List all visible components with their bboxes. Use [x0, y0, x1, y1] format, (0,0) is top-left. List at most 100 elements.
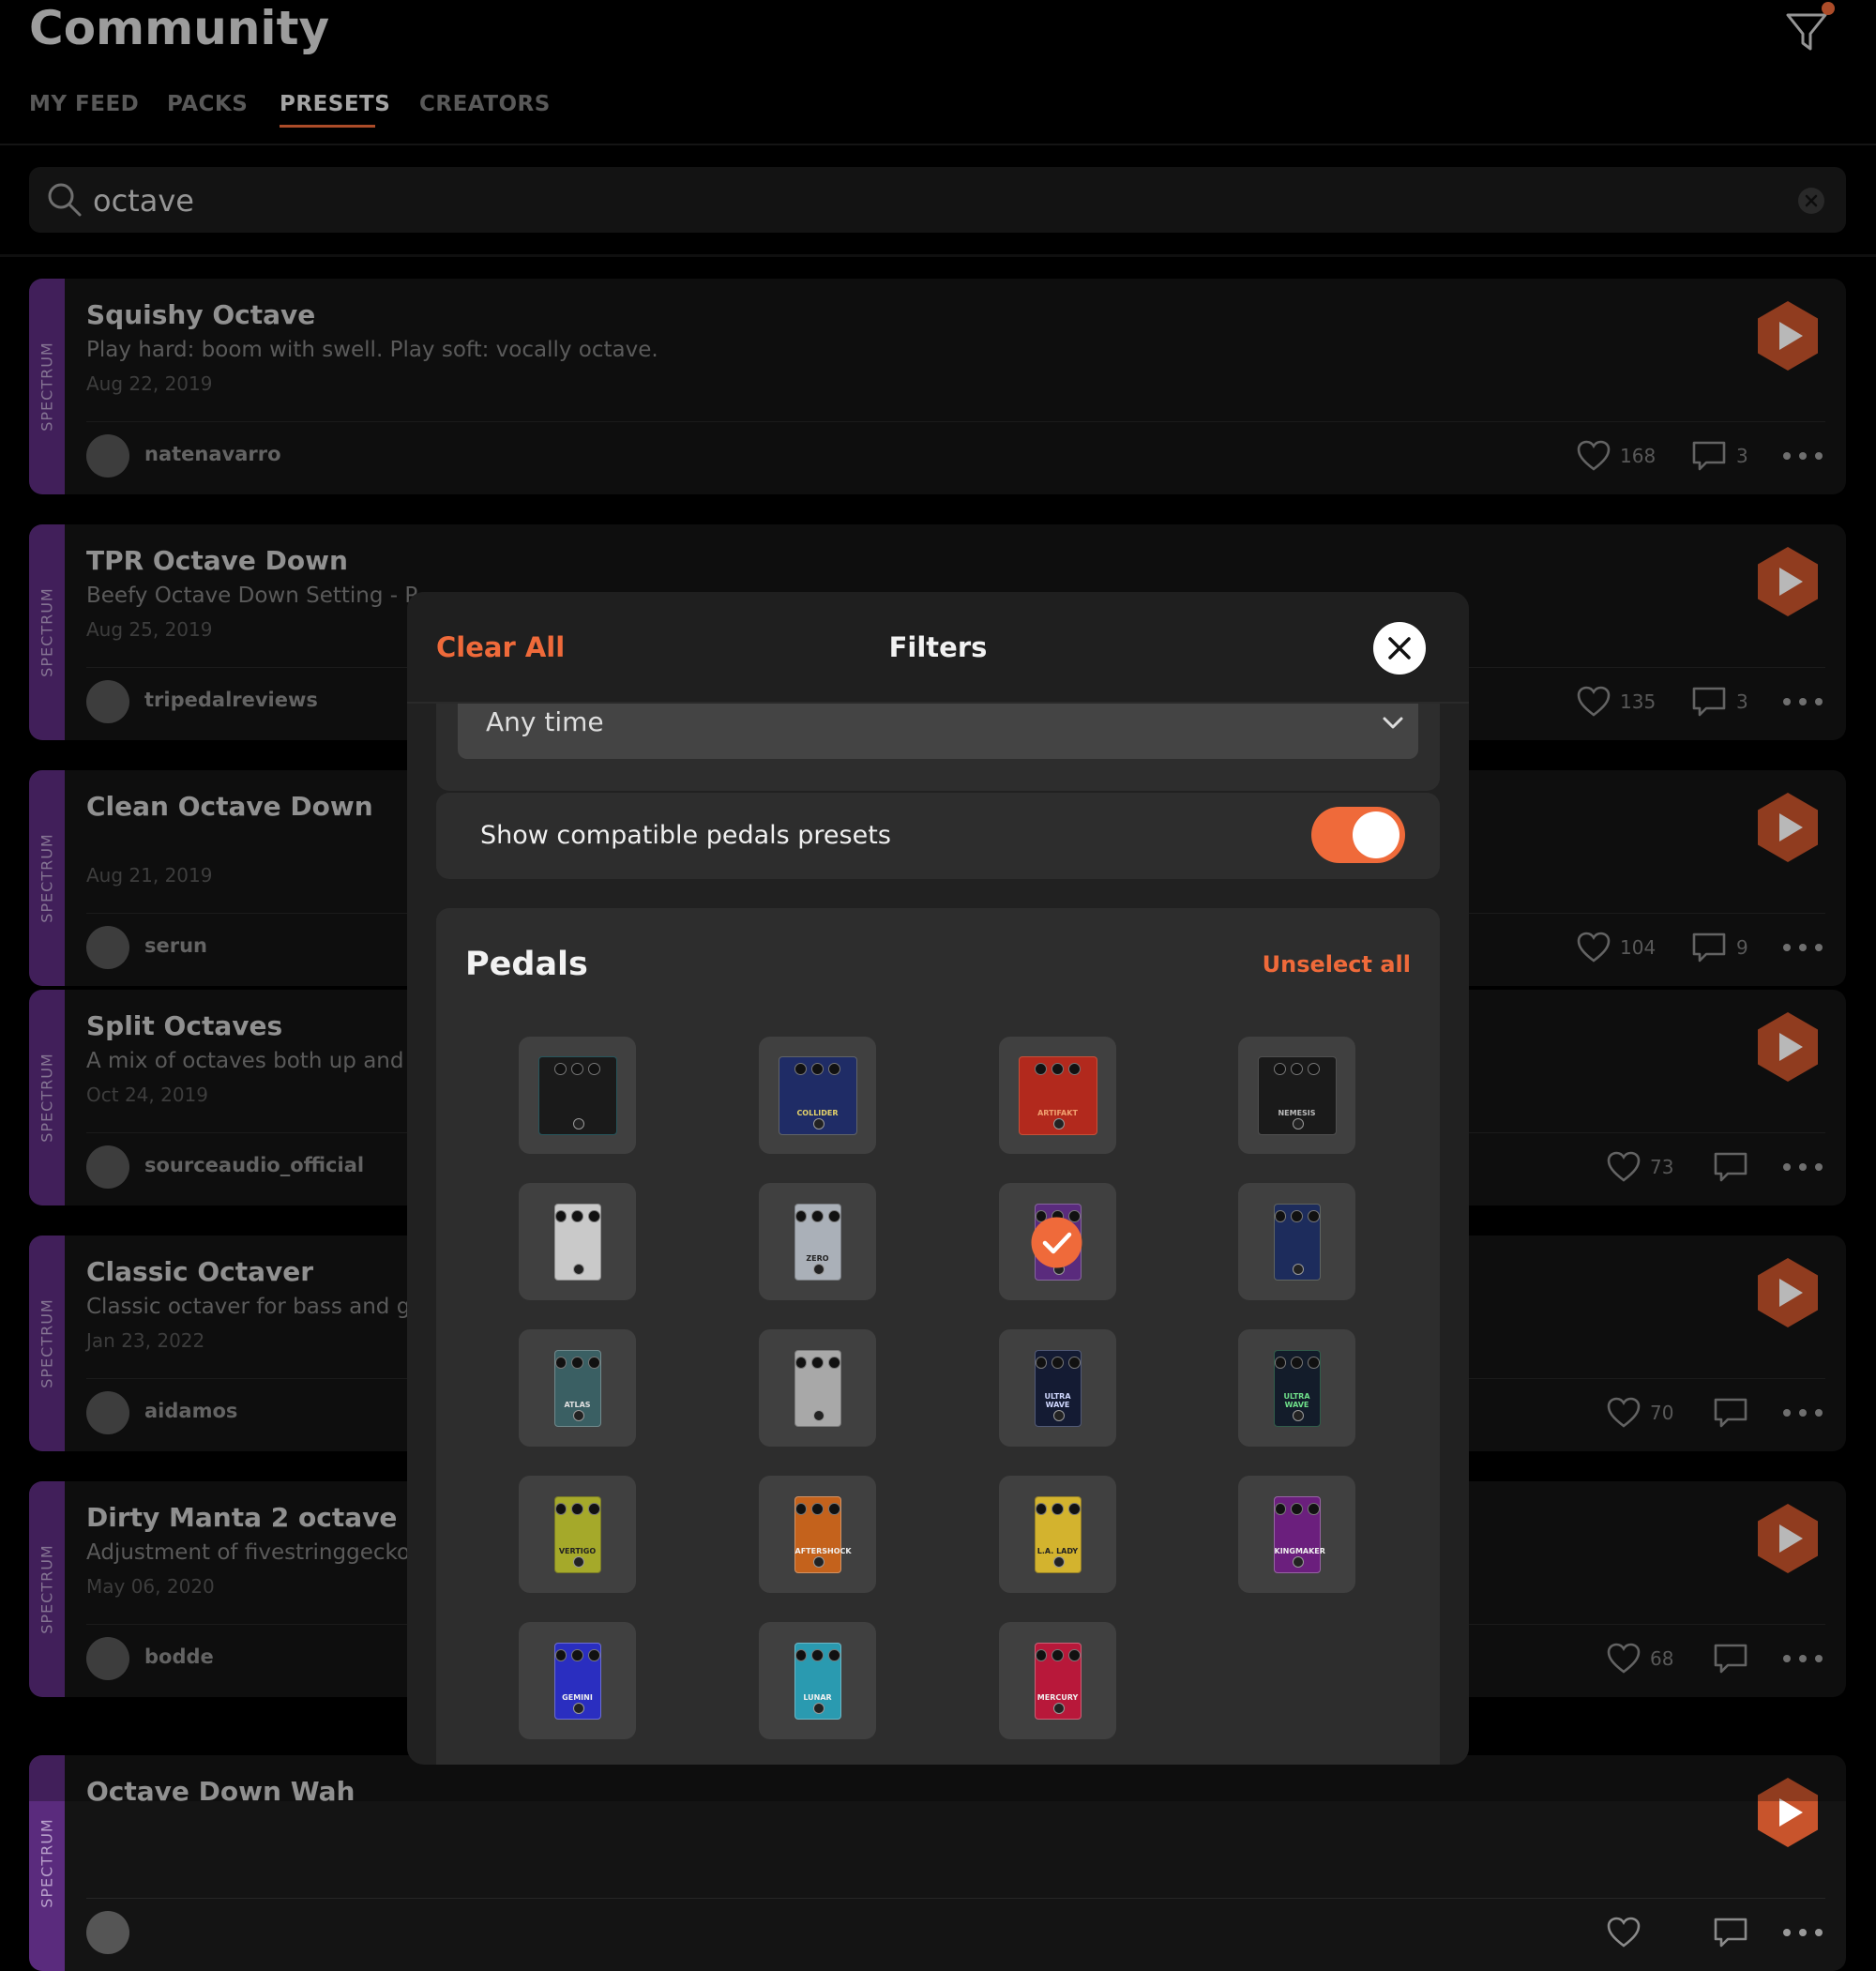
pedal-knobs: [794, 1648, 840, 1661]
pedal-image: [1273, 1203, 1321, 1281]
pedal-image: VERTIGO: [553, 1495, 601, 1573]
pedal-tile[interactable]: VERTIGO: [519, 1476, 636, 1593]
pedal-tile[interactable]: LUNAR: [759, 1622, 876, 1739]
heart-icon: [1607, 1917, 1641, 1948]
pedal-tile[interactable]: NEMESIS: [1238, 1037, 1355, 1154]
pedal-image: COLLIDER: [778, 1055, 857, 1135]
pedal-tile[interactable]: L.A. LADY: [999, 1476, 1116, 1593]
pedal-name: NEMESIS: [1278, 1108, 1316, 1117]
pedal-knobs: [1020, 1062, 1097, 1075]
pedal-tile[interactable]: KINGMAKER: [1238, 1476, 1355, 1593]
pedal-name: LUNAR: [803, 1692, 832, 1702]
pedal-knobs: [1274, 1356, 1320, 1369]
comment-icon: [1714, 1918, 1747, 1948]
compatible-pedals-row: Show compatible pedals presets: [436, 793, 1440, 879]
pedal-tile[interactable]: [1238, 1183, 1355, 1300]
pedal-footswitch: [1292, 1263, 1304, 1275]
pedal-footswitch: [1052, 1702, 1065, 1714]
pedal-name: ATLAS: [564, 1400, 591, 1409]
check-icon: [1031, 1217, 1082, 1268]
pedal-footswitch: [1292, 1555, 1304, 1568]
pedal-image: [553, 1203, 601, 1281]
pedal-footswitch: [1052, 1117, 1065, 1130]
more-icon[interactable]: [1781, 1921, 1824, 1944]
close-icon: [1388, 637, 1411, 660]
pedal-footswitch: [812, 1263, 825, 1275]
pedal-knobs: [1035, 1648, 1081, 1661]
pedal-image: ARTIFAKT: [1018, 1055, 1097, 1135]
chevron-down-icon: [1383, 717, 1403, 729]
pedal-tile[interactable]: ULTRA WAVE: [1238, 1329, 1355, 1447]
pedal-name: MERCURY: [1036, 1692, 1079, 1702]
pedal-image: ZERO: [794, 1203, 841, 1281]
pedal-tile[interactable]: ULTRA WAVE: [999, 1329, 1116, 1447]
filters-modal: Any time Clear All Filters Show compatib…: [407, 592, 1469, 1765]
pedal-footswitch: [572, 1409, 584, 1421]
pedal-tile[interactable]: ATLAS: [519, 1329, 636, 1447]
pedal-tile[interactable]: ZERO: [759, 1183, 876, 1300]
comment-button[interactable]: [1713, 1917, 1758, 1948]
pedal-name: COLLIDER: [796, 1108, 839, 1117]
compatible-pedals-toggle[interactable]: [1311, 807, 1405, 863]
pedal-tile[interactable]: COLLIDER: [759, 1037, 876, 1154]
pedal-footswitch: [1052, 1409, 1065, 1421]
pedal-knobs: [539, 1062, 616, 1075]
pedal-knobs: [554, 1502, 600, 1515]
modal-header: Clear All Filters: [407, 592, 1469, 704]
pedal-knobs: [1274, 1502, 1320, 1515]
pedal-knobs: [779, 1062, 856, 1075]
pedal-image: KINGMAKER: [1273, 1495, 1325, 1573]
unselect-all-button[interactable]: Unselect all: [1263, 951, 1411, 978]
pedal-image: ULTRA WAVE: [1273, 1349, 1321, 1427]
toggle-knob: [1353, 811, 1399, 858]
like-button[interactable]: [1607, 1917, 1650, 1948]
platform-label: SPECTRUM: [38, 1818, 56, 1908]
pedal-knobs: [1035, 1356, 1081, 1369]
pedal-name: ULTRA WAVE: [1283, 1391, 1310, 1409]
pedal-image: MERCURY: [1034, 1642, 1082, 1720]
pedal-image: [794, 1349, 841, 1427]
avatar[interactable]: [86, 1911, 129, 1954]
pedal-name: VERTIGO: [558, 1546, 597, 1555]
pedal-footswitch: [812, 1117, 825, 1130]
pedal-name: ULTRA WAVE: [1044, 1391, 1071, 1409]
pedal-tile[interactable]: MERCURY: [999, 1622, 1116, 1739]
pedal-footswitch: [812, 1555, 825, 1568]
pedal-image: GEMINI: [553, 1642, 601, 1720]
pedal-knobs: [794, 1502, 840, 1515]
pedal-footswitch: [1292, 1117, 1304, 1130]
pedal-knobs: [554, 1209, 600, 1222]
close-button[interactable]: [1373, 622, 1426, 675]
pedal-image: LUNAR: [794, 1642, 841, 1720]
pedal-image: ULTRA WAVE: [1034, 1349, 1082, 1427]
pedal-footswitch: [812, 1409, 825, 1421]
pedal-name: AFTERSHOCK: [794, 1546, 852, 1555]
pedal-name: KINGMAKER: [1274, 1546, 1325, 1555]
pedal-knobs: [1259, 1062, 1336, 1075]
pedal-footswitch: [572, 1555, 584, 1568]
pedal-image: [537, 1055, 617, 1135]
pedal-name: GEMINI: [562, 1692, 593, 1702]
pedal-image: NEMESIS: [1257, 1055, 1337, 1135]
pedal-knobs: [554, 1648, 600, 1661]
pedal-tile[interactable]: [759, 1329, 876, 1447]
pedal-name: ARTIFAKT: [1037, 1108, 1078, 1117]
pedal-tile[interactable]: [999, 1183, 1116, 1300]
pedal-tile[interactable]: ARTIFAKT: [999, 1037, 1116, 1154]
pedal-footswitch: [572, 1117, 584, 1130]
card-divider: [86, 1898, 1825, 1899]
modal-title: Filters: [888, 631, 988, 663]
pedal-tile[interactable]: [519, 1037, 636, 1154]
pedal-tile[interactable]: [519, 1183, 636, 1300]
pedal-tile[interactable]: GEMINI: [519, 1622, 636, 1739]
pedal-name: L.A. LADY: [1036, 1546, 1079, 1555]
compatible-pedals-label: Show compatible pedals presets: [480, 821, 891, 850]
pedal-image: L.A. LADY: [1034, 1495, 1082, 1573]
pedal-name: ZERO: [806, 1253, 829, 1263]
pedal-image: AFTERSHOCK: [794, 1495, 852, 1573]
pedal-knobs: [794, 1209, 840, 1222]
pedal-knobs: [1274, 1209, 1320, 1222]
pedal-knobs: [1035, 1502, 1081, 1515]
pedal-footswitch: [1292, 1409, 1304, 1421]
pedal-tile[interactable]: AFTERSHOCK: [759, 1476, 876, 1593]
